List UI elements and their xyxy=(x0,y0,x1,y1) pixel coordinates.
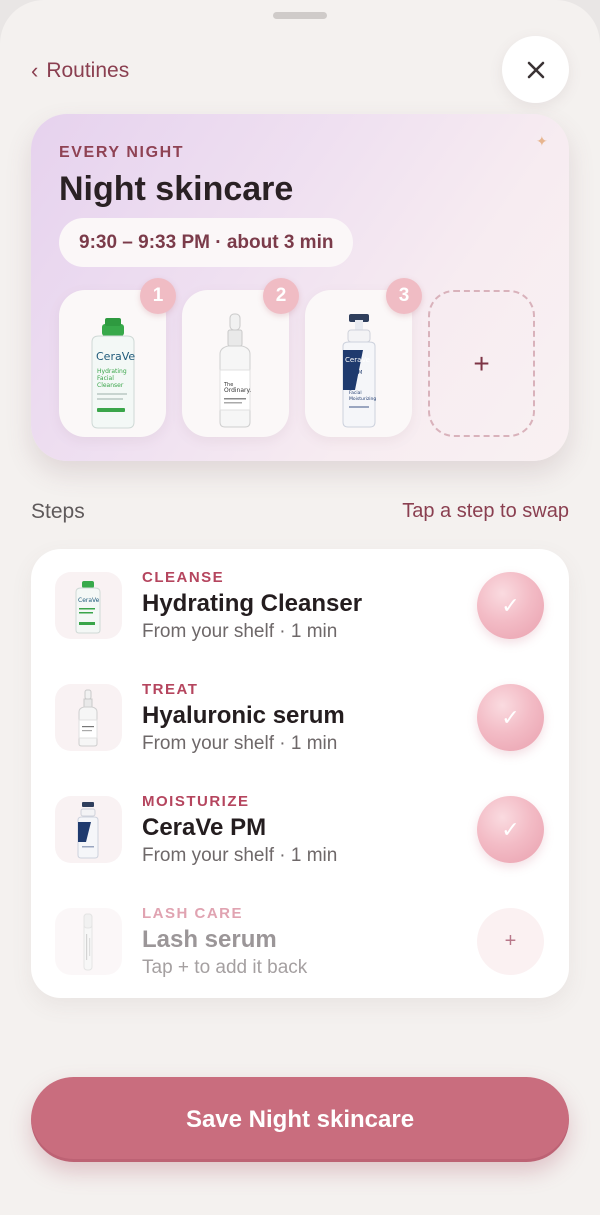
cerave-cleanser-bottle-icon: CeraVe xyxy=(55,572,122,639)
checkmark-icon: ✓ xyxy=(501,816,520,842)
step-treat[interactable]: TREAT Hyaluronic serum From your shelf ·… xyxy=(31,661,569,773)
steps-heading: Steps xyxy=(31,500,85,523)
step-name: Hydrating Cleanser xyxy=(142,590,363,617)
step-category: MOISTURIZE xyxy=(142,793,250,810)
step-name: Hyaluronic serum xyxy=(142,702,345,729)
back-label: Routines xyxy=(46,59,130,82)
sparkle-icon: ✦ xyxy=(536,133,548,149)
svg-text:Cleanser: Cleanser xyxy=(97,382,124,389)
step-cleanse[interactable]: CeraVe CLEANSE Hydrating Cleanser From y… xyxy=(31,549,569,661)
plus-icon: + xyxy=(473,347,490,379)
sheet-grabber[interactable] xyxy=(273,12,327,19)
cerave-pm-pump-icon xyxy=(55,796,122,863)
svg-text:Facial: Facial xyxy=(349,390,362,396)
slot-number-badge: 2 xyxy=(263,278,299,314)
svg-text:Ordinary.: Ordinary. xyxy=(224,387,251,394)
step-meta: Tap + to add it back xyxy=(142,957,308,978)
close-icon xyxy=(527,61,544,78)
step-category: CLEANSE xyxy=(142,569,225,586)
svg-text:Moisturizing: Moisturizing xyxy=(349,396,376,402)
swap-hint: Tap a step to swap xyxy=(402,500,569,522)
routine-slot-2[interactable]: The Ordinary. 2 xyxy=(182,278,299,437)
slot-number-badge: 3 xyxy=(386,278,422,314)
ordinary-serum-dropper-icon xyxy=(55,684,122,751)
routine-slot-3[interactable]: CeraVe PM Facial Moisturizing 3 xyxy=(305,278,422,437)
step-done-toggle[interactable]: ✓ xyxy=(477,572,544,639)
svg-text:PM: PM xyxy=(355,370,362,376)
step-moisturize[interactable]: MOISTURIZE CeraVe PM From your shelf · 1… xyxy=(31,773,569,885)
step-category: LASH CARE xyxy=(142,905,244,922)
step-lash-care[interactable]: LASH CARE Lash serum Tap + to add it bac… xyxy=(31,885,569,997)
routine-title: Night skincare xyxy=(59,170,294,208)
back-to-routines-link[interactable]: ‹ Routines xyxy=(31,58,129,84)
checkmark-icon: ✓ xyxy=(501,592,520,618)
routine-time-pill[interactable]: 9:30 – 9:33 PM · about 3 min xyxy=(59,218,354,267)
step-done-toggle[interactable]: ✓ xyxy=(477,684,544,751)
bottom-sheet: ‹ Routines ✦ EVERY NIGHT Night skincare … xyxy=(0,0,600,1215)
step-name: CeraVe PM xyxy=(142,814,267,841)
routine-summary-card: ✦ EVERY NIGHT Night skincare 9:30 – 9:33… xyxy=(31,114,569,461)
add-product-slot[interactable]: + xyxy=(428,290,535,437)
chevron-left-icon: ‹ xyxy=(31,58,39,83)
svg-text:CeraVe: CeraVe xyxy=(345,356,370,364)
step-meta: From your shelf · 1 min xyxy=(142,845,338,866)
slot-number-badge: 1 xyxy=(140,278,176,314)
step-meta: From your shelf · 1 min xyxy=(142,733,338,754)
svg-text:Facial: Facial xyxy=(97,375,114,382)
steps-list: CeraVe CLEANSE Hydrating Cleanser From y… xyxy=(31,549,569,998)
checkmark-icon: ✓ xyxy=(501,704,520,730)
routine-frequency: EVERY NIGHT xyxy=(59,144,185,161)
step-category: TREAT xyxy=(142,681,199,698)
svg-text:CeraVe: CeraVe xyxy=(78,597,100,604)
svg-text:Hydrating: Hydrating xyxy=(97,368,127,375)
lash-serum-tube-icon xyxy=(55,908,122,975)
close-button[interactable] xyxy=(502,36,569,103)
plus-icon: + xyxy=(504,930,517,952)
step-done-toggle[interactable]: ✓ xyxy=(477,796,544,863)
routine-slot-1[interactable]: CeraVe Hydrating Facial Cleanser 1 xyxy=(59,278,176,437)
step-name: Lash serum xyxy=(142,926,277,953)
save-routine-button[interactable]: Save Night skincare xyxy=(31,1077,569,1162)
add-step-button[interactable]: + xyxy=(477,908,544,975)
svg-text:CeraVe: CeraVe xyxy=(96,350,135,363)
step-meta: From your shelf · 1 min xyxy=(142,621,338,642)
